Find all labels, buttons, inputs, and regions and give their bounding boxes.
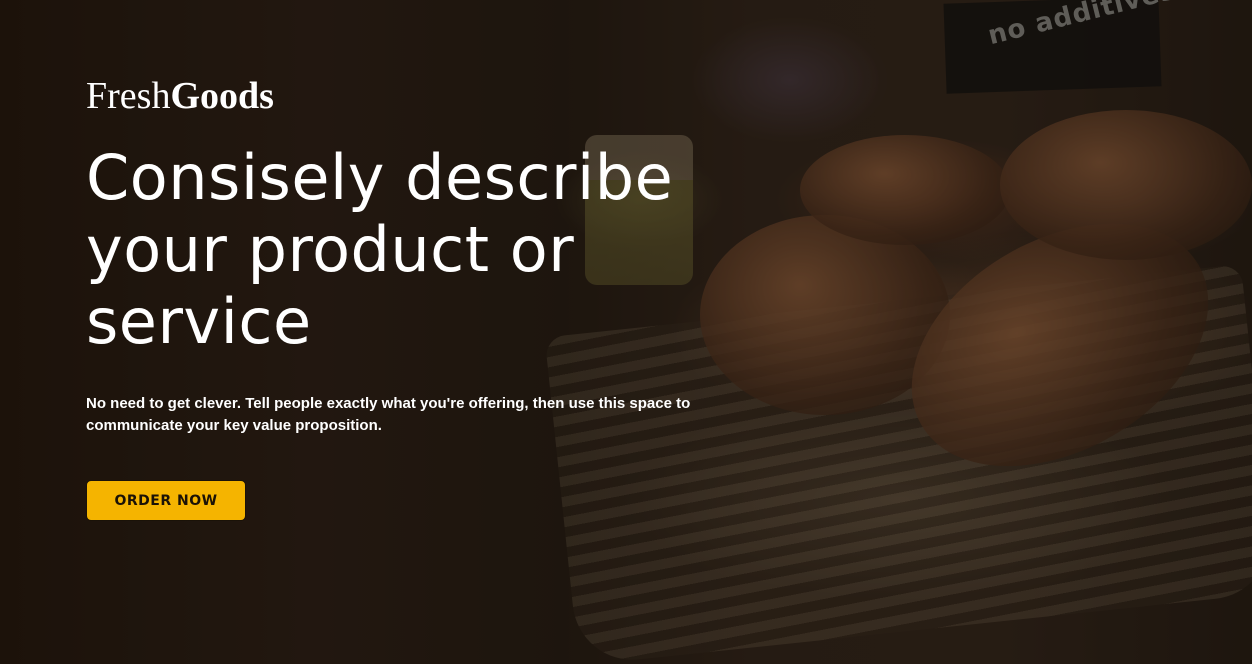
hero-headline: Consisely describe your product or servi…	[86, 141, 674, 358]
brand-logo-regular: Fresh	[86, 75, 171, 117]
hero-section: no additives FreshGoods Consisely descri…	[0, 0, 1252, 664]
order-now-button[interactable]: ORDER NOW	[86, 480, 246, 521]
hero-subtext: No need to get clever. Tell people exact…	[86, 395, 691, 434]
brand-logo[interactable]: FreshGoods	[86, 74, 274, 118]
brand-logo-bold: Goods	[170, 75, 274, 117]
